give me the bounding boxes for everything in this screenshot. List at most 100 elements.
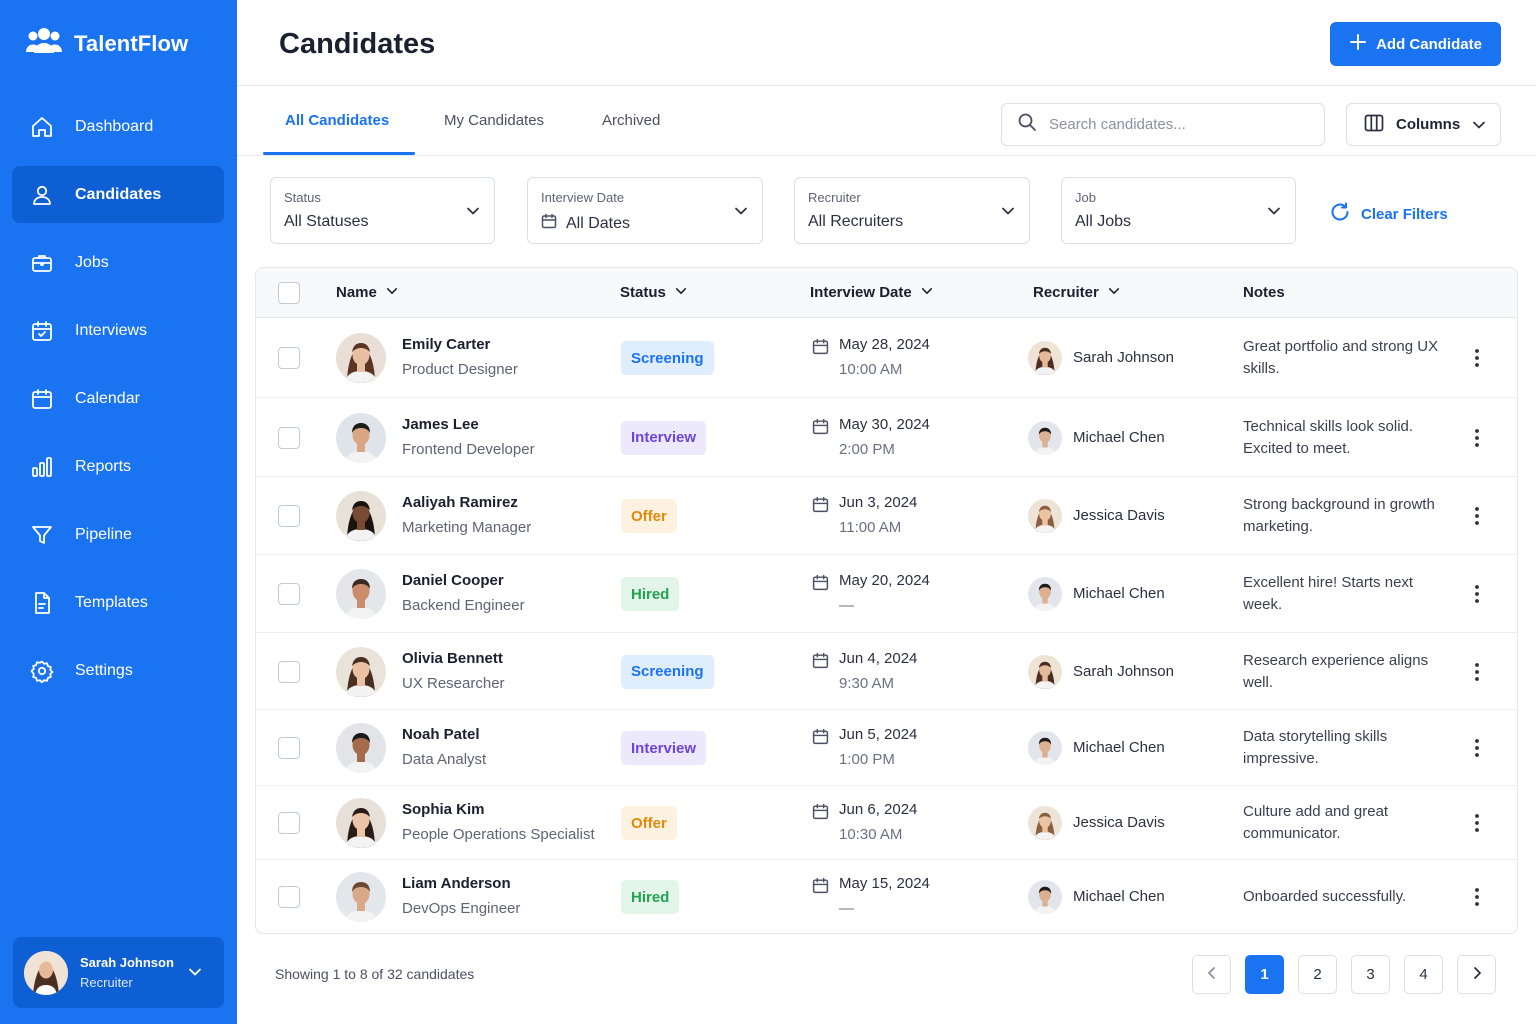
next-page-button[interactable]: [1457, 955, 1496, 994]
page-button-2[interactable]: 2: [1298, 955, 1337, 994]
row-checkbox[interactable]: [278, 347, 300, 369]
page-button-4[interactable]: 4: [1404, 955, 1443, 994]
interview-time: 10:30 AM: [839, 826, 903, 843]
sidebar-item-templates[interactable]: Templates: [12, 574, 224, 631]
recruiter-avatar: [1028, 499, 1062, 533]
interview-time: 10:00 AM: [839, 361, 903, 378]
table-row[interactable]: Daniel Cooper Backend Engineer Hired May…: [256, 555, 1517, 633]
sidebar-item-interviews[interactable]: Interviews: [12, 302, 224, 359]
more-options-icon[interactable]: [1466, 812, 1488, 834]
status-badge: Offer: [621, 806, 677, 840]
gear-icon: [29, 658, 55, 684]
recruiter-filter[interactable]: Recruiter All Recruiters: [794, 177, 1030, 244]
more-options-icon[interactable]: [1466, 661, 1488, 683]
column-label: Interview Date: [810, 284, 912, 301]
sidebar-item-calendar[interactable]: Calendar: [12, 370, 224, 427]
recruiter-column-header[interactable]: Recruiter: [1033, 284, 1120, 301]
sidebar-item-pipeline[interactable]: Pipeline: [12, 506, 224, 563]
calendar-icon: [812, 803, 829, 825]
row-checkbox[interactable]: [278, 660, 300, 683]
search-box[interactable]: [1001, 103, 1325, 146]
refresh-icon: [1329, 201, 1351, 227]
candidate-name[interactable]: Noah Patel: [402, 726, 480, 743]
more-options-icon[interactable]: [1466, 505, 1488, 527]
clear-filters-button[interactable]: Clear Filters: [1329, 201, 1448, 227]
user-menu[interactable]: Sarah Johnson Recruiter: [13, 937, 224, 1008]
filter-label: Status: [284, 190, 321, 205]
page-button-1[interactable]: 1: [1245, 955, 1284, 994]
table-row[interactable]: Liam Anderson DevOps Engineer Hired May …: [256, 860, 1517, 933]
candidate-name[interactable]: Daniel Cooper: [402, 572, 504, 589]
calendar-icon: [812, 652, 829, 674]
row-checkbox[interactable]: [278, 426, 300, 449]
job-filter[interactable]: Job All Jobs: [1061, 177, 1296, 244]
sidebar-item-settings[interactable]: Settings: [12, 642, 224, 699]
row-checkbox[interactable]: [278, 886, 300, 908]
sidebar-item-candidates[interactable]: Candidates: [12, 166, 224, 223]
add-candidate-label: Add Candidate: [1376, 35, 1482, 53]
table-row[interactable]: Noah Patel Data Analyst Interview Jun 5,…: [256, 710, 1517, 786]
sidebar-item-label: Candidates: [75, 185, 162, 203]
active-tab-indicator: [263, 152, 415, 155]
table-row[interactable]: Aaliyah Ramirez Marketing Manager Offer …: [256, 477, 1517, 555]
interview-date: Jun 4, 2024: [839, 649, 918, 667]
table-row[interactable]: Olivia Bennett UX Researcher Screening J…: [256, 633, 1517, 710]
interview-time: 9:30 AM: [839, 674, 895, 692]
more-options-icon[interactable]: [1466, 737, 1488, 759]
filter-value: All Recruiters: [808, 213, 904, 230]
candidate-name[interactable]: Sophia Kim: [402, 801, 485, 818]
candidate-name[interactable]: Emily Carter: [402, 336, 490, 353]
candidate-name[interactable]: James Lee: [402, 416, 479, 433]
candidate-avatar: [336, 723, 386, 773]
search-input[interactable]: [1049, 116, 1299, 133]
candidate-role: Marketing Manager: [402, 519, 532, 536]
interview-date-column-header[interactable]: Interview Date: [810, 284, 933, 301]
row-checkbox[interactable]: [278, 812, 300, 834]
sidebar-item-label: Reports: [75, 457, 132, 475]
row-checkbox[interactable]: [278, 583, 300, 605]
page-title: Candidates: [279, 28, 436, 60]
sidebar-item-label: Jobs: [75, 253, 109, 271]
status-column-header[interactable]: Status: [620, 284, 687, 301]
sidebar-item-dashboard[interactable]: Dashboard: [12, 98, 224, 155]
more-options-icon[interactable]: [1466, 347, 1488, 369]
table-row[interactable]: Sophia Kim People Operations Specialist …: [256, 786, 1517, 860]
select-all-checkbox[interactable]: [278, 282, 300, 304]
row-checkbox[interactable]: [278, 505, 300, 527]
more-options-icon[interactable]: [1466, 886, 1488, 908]
candidate-name[interactable]: Liam Anderson: [402, 875, 511, 892]
sidebar-item-jobs[interactable]: Jobs: [12, 234, 224, 291]
recruiter-avatar: [1028, 341, 1062, 375]
candidate-role: UX Researcher: [402, 674, 505, 692]
sidebar-item-label: Interviews: [75, 321, 148, 339]
candidate-name[interactable]: Aaliyah Ramirez: [402, 494, 518, 511]
sidebar-item-label: Calendar: [75, 389, 140, 407]
calendar-icon: [812, 418, 829, 440]
candidate-notes: Culture add and great communicator.: [1243, 803, 1389, 842]
tab-all-candidates[interactable]: All Candidates: [285, 86, 389, 155]
table-row[interactable]: Emily Carter Product Designer Screening …: [256, 318, 1517, 398]
candidate-name[interactable]: Olivia Bennett: [402, 650, 503, 667]
status-badge: Interview: [621, 420, 707, 455]
chevron-down-icon: [466, 204, 480, 223]
columns-icon: [1364, 113, 1384, 137]
name-column-header[interactable]: Name: [336, 284, 398, 301]
sidebar-item-reports[interactable]: Reports: [12, 438, 224, 495]
tab-my-candidates[interactable]: My Candidates: [444, 86, 544, 155]
add-candidate-button[interactable]: Add Candidate: [1330, 22, 1501, 66]
tabs-bar: All Candidates My Candidates Archived Co…: [237, 86, 1536, 156]
tab-archived[interactable]: Archived: [602, 86, 660, 155]
filter-label: Recruiter: [808, 190, 861, 205]
filter-value: All Dates: [566, 214, 631, 232]
status-filter[interactable]: Status All Statuses: [270, 177, 495, 244]
prev-page-button[interactable]: [1192, 955, 1231, 994]
columns-button[interactable]: Columns: [1346, 103, 1501, 146]
chevron-down-icon: [1472, 118, 1486, 136]
table-row[interactable]: James Lee Frontend Developer Interview M…: [256, 398, 1517, 477]
interview-date-filter[interactable]: Interview Date All Dates: [527, 177, 763, 244]
more-options-icon[interactable]: [1466, 427, 1488, 449]
more-options-icon[interactable]: [1466, 583, 1488, 605]
page-button-3[interactable]: 3: [1351, 955, 1390, 994]
calendar-icon: [812, 574, 829, 596]
row-checkbox[interactable]: [278, 737, 300, 759]
